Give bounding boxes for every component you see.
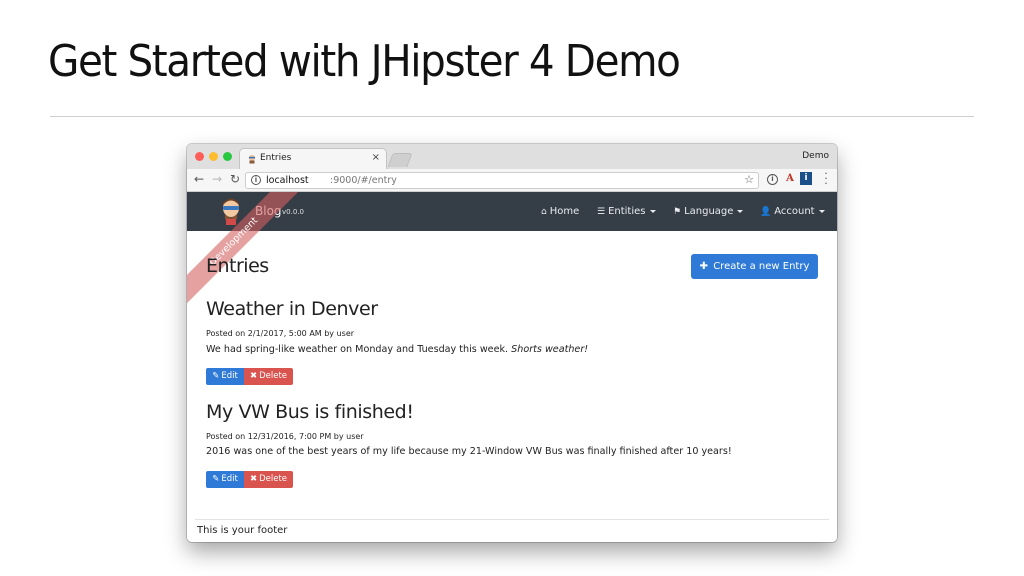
edit-button[interactable]: ✎ Edit: [206, 471, 244, 488]
create-entry-button[interactable]: ✚ Create a new Entry: [691, 254, 818, 279]
bookmark-star-icon[interactable]: ☆: [744, 173, 754, 186]
delete-button[interactable]: ✖ Delete: [244, 368, 293, 385]
nav-language-dropdown[interactable]: ⚑ Language: [673, 206, 744, 217]
entry-body: 2016 was one of the best years of my lif…: [206, 446, 732, 457]
extension-info-icon[interactable]: i: [767, 174, 778, 185]
address-bar[interactable]: i localhost :9000/#/entry ☆: [245, 172, 759, 189]
app-version: v0.0.0: [282, 208, 304, 216]
window-close-button[interactable]: [195, 152, 204, 161]
chevron-down-icon: [649, 209, 656, 213]
extension-reader-icon[interactable]: A: [784, 172, 796, 185]
pencil-icon: ✎: [212, 474, 220, 484]
create-entry-label: Create a new Entry: [713, 261, 810, 272]
entry-title: My VW Bus is finished!: [206, 401, 414, 423]
entry-actions: ✎ Edit ✖ Delete: [206, 471, 293, 488]
edit-label: Edit: [221, 371, 238, 381]
new-tab-button[interactable]: [387, 153, 413, 167]
chevron-down-icon: [818, 209, 825, 213]
cross-icon: ✖: [249, 474, 258, 484]
entry-body-emphasis: Shorts weather!: [511, 344, 589, 355]
browser-toolbar: ← → ↻ i localhost :9000/#/entry ☆: [187, 169, 837, 192]
edit-label: Edit: [221, 474, 238, 484]
nav-entities-label: Entities: [608, 206, 646, 217]
window-minimize-button[interactable]: [209, 152, 218, 161]
entry-body-text: We had spring-like weather on Monday and…: [206, 344, 509, 355]
entry-title: Weather in Denver: [206, 298, 378, 320]
cross-icon: ✖: [249, 371, 258, 381]
page-title: Entries: [206, 255, 269, 277]
slide-divider: [50, 116, 974, 117]
jhipster-logo-icon[interactable]: [220, 197, 242, 225]
tab-close-icon[interactable]: ×: [372, 152, 380, 163]
nav-account-dropdown[interactable]: 👤 Account: [760, 206, 825, 217]
tab-title: Entries: [260, 153, 292, 163]
chevron-down-icon: [737, 209, 744, 213]
delete-label: Delete: [259, 371, 288, 381]
entry-body-text: 2016 was one of the best years of my lif…: [206, 446, 732, 457]
entry-body: We had spring-like weather on Monday and…: [206, 344, 588, 355]
extension-blue-icon[interactable]: i: [800, 172, 812, 185]
plus-icon: ✚: [699, 261, 709, 272]
entry-meta: Posted on 2/1/2017, 5:00 AM by user: [206, 329, 355, 338]
footer-text: This is your footer: [197, 525, 288, 536]
browser-menu-icon[interactable]: · · ·: [822, 168, 830, 189]
footer-divider: [195, 519, 829, 520]
back-arrow-icon[interactable]: ←: [192, 172, 206, 186]
slide-title: Get Started with JHipster 4 Demo: [48, 36, 681, 87]
jhipster-favicon-icon: [248, 154, 256, 164]
home-icon: ⌂: [541, 207, 547, 217]
nav-language-label: Language: [684, 206, 734, 217]
url-path: :9000/#/entry: [330, 175, 397, 186]
nav-home-label: Home: [549, 206, 580, 217]
nav-home[interactable]: ⌂ Home: [541, 206, 579, 217]
nav-entities-dropdown[interactable]: ☰ Entities: [597, 206, 656, 217]
forward-arrow-icon[interactable]: →: [210, 172, 224, 186]
entry-meta: Posted on 12/31/2016, 7:00 PM by user: [206, 432, 364, 441]
pencil-icon: ✎: [212, 371, 220, 381]
user-icon: 👤: [760, 207, 772, 217]
edit-button[interactable]: ✎ Edit: [206, 368, 244, 385]
site-info-icon[interactable]: i: [251, 175, 261, 185]
delete-label: Delete: [259, 474, 288, 484]
brand-name[interactable]: Blog: [255, 204, 282, 218]
app-navbar: Blog v0.0.0 ⌂ Home ☰ Entities ⚑ Language 👤 A…: [187, 192, 837, 231]
window-zoom-button[interactable]: [223, 152, 232, 161]
list-icon: ☰: [597, 207, 606, 217]
browser-profile-name[interactable]: Demo: [802, 151, 829, 161]
flag-icon: ⚑: [673, 207, 682, 217]
browser-tab-entries[interactable]: Entries ×: [239, 148, 387, 169]
url-host: localhost: [266, 175, 309, 186]
browser-window: Entries × Demo ← → ↻ i localhost :9000/#…: [187, 144, 837, 542]
page-viewport: Blog v0.0.0 ⌂ Home ☰ Entities ⚑ Language 👤 A…: [187, 192, 837, 542]
browser-tab-strip: Entries × Demo: [187, 144, 837, 169]
entry-actions: ✎ Edit ✖ Delete: [206, 368, 293, 385]
nav-account-label: Account: [774, 206, 815, 217]
reload-icon[interactable]: ↻: [228, 172, 242, 186]
delete-button[interactable]: ✖ Delete: [244, 471, 293, 488]
